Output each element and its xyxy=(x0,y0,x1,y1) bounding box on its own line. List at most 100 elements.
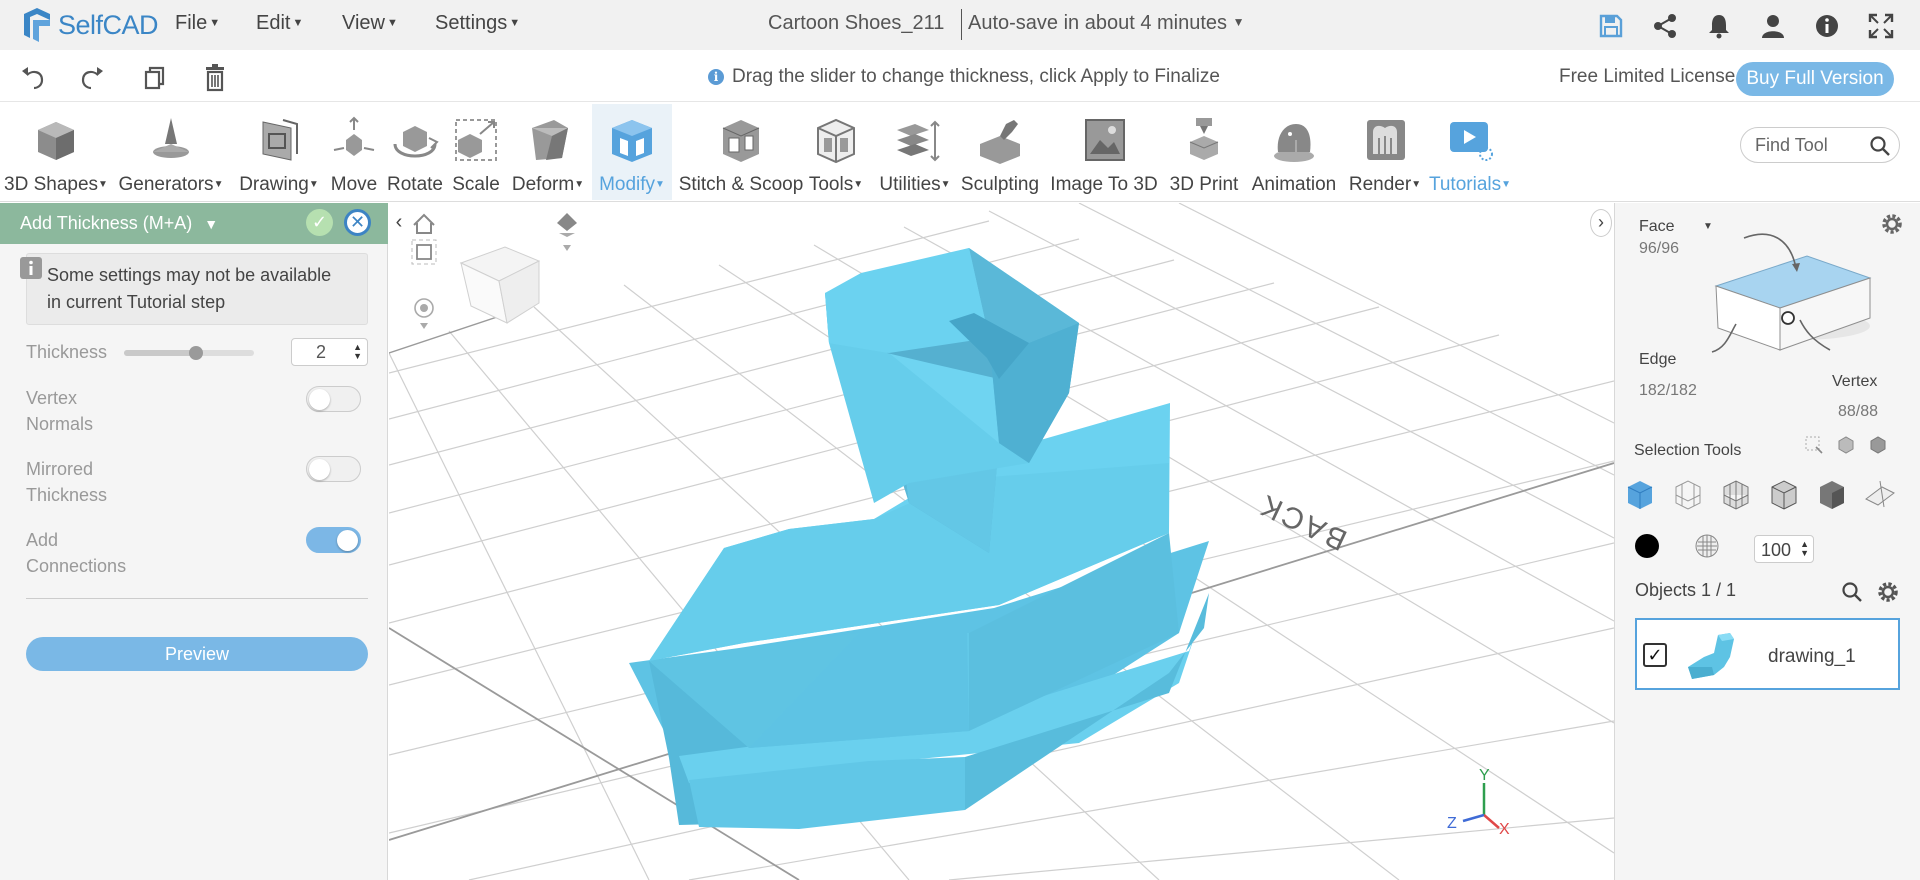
opacity-stepper[interactable]: 100 ▲ ▼ xyxy=(1754,535,1814,563)
utilities-icon xyxy=(897,120,940,162)
wireframe-select-icon[interactable] xyxy=(1670,477,1706,513)
share-icon[interactable] xyxy=(1651,12,1679,40)
info-icon xyxy=(20,257,42,279)
autosave-status[interactable]: Auto-save in about 4 minutes ▼ xyxy=(968,12,1245,35)
home-icon[interactable] xyxy=(413,213,435,234)
object-name: drawing_1 xyxy=(1768,646,1856,667)
menu-settings[interactable]: Settings ▼ xyxy=(435,12,520,35)
tool-label-text: Tutorials xyxy=(1428,174,1502,195)
tool-image-to-3d[interactable]: Image To 3D xyxy=(1048,104,1160,200)
fullscreen-icon[interactable] xyxy=(1867,12,1895,40)
gear-icon[interactable] xyxy=(1876,580,1900,604)
thickness-stepper[interactable]: 2 ▲ ▼ xyxy=(291,338,368,366)
tool-tools[interactable]: Tools▼ xyxy=(808,104,864,200)
info-icon[interactable] xyxy=(1813,12,1841,40)
user-icon[interactable] xyxy=(1759,12,1787,40)
tool-tutorials[interactable]: Tutorials▼ xyxy=(1428,104,1512,200)
menu-view[interactable]: View ▼ xyxy=(342,12,398,35)
project-title[interactable]: Cartoon Shoes_211 xyxy=(768,12,944,35)
search-icon[interactable] xyxy=(1841,581,1863,603)
plane-icon[interactable] xyxy=(1862,477,1898,513)
menu-file[interactable]: File ▼ xyxy=(175,12,220,35)
toggle-knob xyxy=(337,530,358,551)
chevron-down-icon: ▼ xyxy=(213,179,224,190)
tool-deform[interactable]: Deform▼ xyxy=(506,104,590,200)
selfcad-logo[interactable]: SelfCAD xyxy=(20,6,159,44)
vertex-normals-toggle[interactable] xyxy=(306,386,361,412)
scene-canvas[interactable]: BACK Y X Z xyxy=(389,203,1614,880)
tool-label: Utilities▼ xyxy=(872,174,958,196)
3d-viewport[interactable]: BACK Y X Z xyxy=(389,203,1614,880)
chevron-down-icon: ▼ xyxy=(940,179,951,190)
redo-icon[interactable] xyxy=(77,63,107,93)
face-label: Face xyxy=(1639,218,1675,235)
menu-edit[interactable]: Edit ▼ xyxy=(256,12,303,35)
edge-label[interactable]: Edge xyxy=(1639,351,1676,369)
add-connections-toggle[interactable] xyxy=(306,527,361,553)
select-invert-icon[interactable] xyxy=(1868,435,1888,455)
tool-3d-shapes[interactable]: 3D Shapes▼ xyxy=(0,104,112,200)
chevron-down-icon: ▼ xyxy=(292,17,304,29)
tool-generators[interactable]: Generators▼ xyxy=(114,104,228,200)
object-visibility-checkbox[interactable]: ✓ xyxy=(1643,643,1667,667)
selection-mode-diagram[interactable] xyxy=(1700,218,1900,378)
generator-icon xyxy=(153,118,189,158)
camera-mode-icon[interactable] xyxy=(557,213,577,251)
objects-count: Objects 1 / 1 xyxy=(1635,580,1737,600)
trash-icon[interactable] xyxy=(200,63,230,93)
collapse-right-panel-button[interactable]: › xyxy=(1590,209,1612,237)
stepper-arrows-icon[interactable]: ▲ ▼ xyxy=(1800,540,1809,558)
tool-label-text: Generators xyxy=(118,174,214,195)
orbit-icon[interactable] xyxy=(414,298,434,329)
tool-modify[interactable]: Modify▼ xyxy=(592,104,672,200)
tool-animation[interactable]: Animation xyxy=(1247,104,1341,200)
chevron-down-icon: ▼ xyxy=(509,17,521,29)
bell-icon[interactable] xyxy=(1705,12,1733,40)
title-divider xyxy=(961,9,962,40)
texture-icon[interactable] xyxy=(1693,532,1721,560)
tool-move[interactable]: Move xyxy=(326,104,382,200)
mirrored-thickness-toggle[interactable] xyxy=(306,456,361,482)
close-panel-button[interactable]: ✕ xyxy=(344,209,371,236)
tool-drawing[interactable]: Drawing▼ xyxy=(234,104,324,200)
deform-icon xyxy=(532,120,568,160)
tool-label: Image To 3D xyxy=(1048,174,1160,196)
tool-utilities[interactable]: Utilities▼ xyxy=(872,104,958,200)
thickness-slider-handle[interactable] xyxy=(189,346,203,360)
color-picker[interactable] xyxy=(1635,534,1659,558)
vertex-label[interactable]: Vertex xyxy=(1832,373,1877,391)
copy-icon[interactable] xyxy=(140,63,170,93)
shaded-cube-icon[interactable] xyxy=(1814,477,1850,513)
animation-icon xyxy=(1274,124,1314,162)
collapse-left-panel-button[interactable]: ‹ xyxy=(388,209,410,237)
solid-cube-icon[interactable] xyxy=(1766,477,1802,513)
tool-stitch-scoop[interactable]: Stitch & Scoop xyxy=(674,104,808,200)
tool-label: Move xyxy=(326,174,382,196)
tool-scale[interactable]: Scale xyxy=(450,104,502,200)
search-icon[interactable] xyxy=(1869,135,1891,157)
rotate-icon xyxy=(393,126,439,158)
tool-rotate[interactable]: Rotate xyxy=(384,104,446,200)
grid-cube-icon[interactable] xyxy=(1718,477,1754,513)
buy-full-version-button[interactable]: Buy Full Version xyxy=(1736,62,1894,96)
preview-button[interactable]: Preview xyxy=(26,637,368,671)
tool-sculpting[interactable]: Sculpting xyxy=(960,104,1040,200)
find-tool-search[interactable] xyxy=(1740,127,1900,163)
panel-title[interactable]: Add Thickness (M+A) ▼ xyxy=(20,213,218,234)
undo-icon[interactable] xyxy=(18,63,48,93)
stepper-arrows-icon[interactable]: ▲ ▼ xyxy=(353,343,362,361)
tool-label: Scale xyxy=(450,174,502,196)
tool-3d-print[interactable]: 3D Print xyxy=(1166,104,1242,200)
select-all-icon[interactable] xyxy=(1836,435,1856,455)
find-tool-input[interactable] xyxy=(1755,134,1865,156)
view-cube[interactable] xyxy=(459,246,541,324)
tool-render[interactable]: Render▼ xyxy=(1345,104,1425,200)
save-icon[interactable] xyxy=(1597,12,1625,40)
face-select-icon[interactable] xyxy=(1622,477,1658,513)
autosave-text: Auto-save in about 4 minutes xyxy=(968,12,1228,34)
license-label: Free Limited License xyxy=(1559,66,1736,87)
fit-view-icon[interactable] xyxy=(411,239,437,265)
toggle-knob xyxy=(309,389,330,410)
box-select-icon[interactable] xyxy=(1804,435,1824,455)
apply-check-button[interactable]: ✓ xyxy=(306,209,333,236)
